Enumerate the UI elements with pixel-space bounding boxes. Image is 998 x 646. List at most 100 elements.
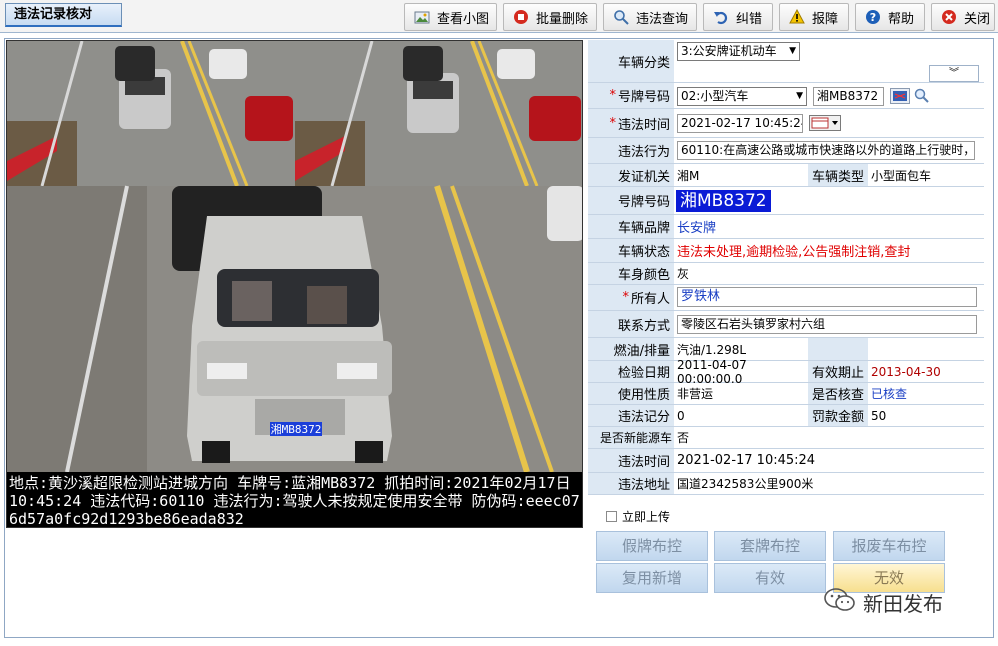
- chevron-down-icon: ▼: [796, 91, 803, 101]
- valid-until-value: 2013-04-30: [871, 364, 941, 379]
- cloned-plate-control-button[interactable]: 套牌布控: [714, 531, 826, 561]
- fine-value: 50: [871, 408, 887, 423]
- help-label: 帮助: [888, 11, 915, 27]
- vehicle-category-label: 车辆分类: [588, 40, 674, 82]
- plate-number-label: 号牌号码: [588, 187, 674, 214]
- violation-address-label: 违法地址: [588, 473, 674, 494]
- image-icon: [413, 8, 431, 26]
- help-button[interactable]: ? 帮助: [855, 3, 925, 31]
- new-energy-label: 是否新能源车: [588, 427, 674, 448]
- vehicle-brand-value: 长安牌: [677, 221, 717, 236]
- inspection-date-value: 2011-04-07 00:00:00.0: [677, 357, 747, 386]
- upload-now-checkbox[interactable]: [606, 511, 617, 522]
- batch-delete-button[interactable]: 批量删除: [503, 3, 597, 31]
- row-violation-time-input: * 违法时间 2021-02-17 10:45:24: [588, 109, 984, 138]
- row-vehicle-brand: 车辆品牌 长安牌: [588, 215, 984, 239]
- delete-icon: [512, 8, 530, 26]
- body-color-value: 灰: [677, 267, 690, 281]
- row-plate-number: 号牌号码 湘MB8372: [588, 187, 984, 215]
- issuing-authority-value: 湘M: [677, 168, 700, 183]
- fake-plate-control-button[interactable]: 假牌布控: [596, 531, 708, 561]
- valid-button[interactable]: 有效: [714, 563, 826, 593]
- row-contact: 联系方式 零陵区石岩头镇罗家村六组: [588, 311, 984, 338]
- road-scene: 湘MB8372: [7, 41, 582, 473]
- vehicle-type-label: 车辆类型: [808, 164, 868, 186]
- plate-type-label: * 号牌号码: [588, 83, 674, 108]
- row-points: 违法记分 0 罚款金额 50: [588, 405, 984, 427]
- undo-icon: [712, 8, 730, 26]
- plate-type-select[interactable]: 02:小型汽车 ▼: [677, 87, 807, 106]
- photo-caption: 地点:黄沙溪超限检测站进城方向 车牌号:蓝湘MB8372 抓拍时间:2021年0…: [7, 472, 582, 527]
- vehicle-status-value: 违法未处理,逾期检验,公告强制注销,查封: [677, 245, 911, 260]
- violation-behavior-input[interactable]: 60110:在高速公路或城市快速路以外的道路上行驶时，驾: [677, 141, 975, 160]
- warning-icon: [788, 8, 806, 26]
- fine-label: 罚款金额: [808, 405, 868, 426]
- vehicle-category-select[interactable]: 3:公安牌证机动车 ▼: [677, 42, 800, 61]
- owner-input[interactable]: 罗铁林: [677, 287, 977, 307]
- upload-now-option[interactable]: 立即上传: [606, 508, 670, 525]
- row-vehicle-status: 车辆状态 违法未处理,逾期检验,公告强制注销,查封: [588, 239, 984, 263]
- contact-input[interactable]: 零陵区石岩头镇罗家村六组: [677, 315, 977, 334]
- row-violation-behavior: 违法行为 60110:在高速公路或城市快速路以外的道路上行驶时，驾: [588, 138, 984, 164]
- svg-text:?: ?: [870, 11, 876, 24]
- points-label: 违法记分: [588, 405, 674, 426]
- row-violation-time: 违法时间 2021-02-17 10:45:24: [588, 449, 984, 473]
- violation-time-value: 2021-02-17 10:45:24: [677, 453, 816, 468]
- wechat-icon: [823, 586, 857, 619]
- plate-number-value: 湘MB8372: [676, 189, 771, 212]
- row-plate-type: * 号牌号码 02:小型汽车 ▼ 湘MB8372: [588, 83, 984, 109]
- vehicle-status-label: 车辆状态: [588, 239, 674, 262]
- search-icon[interactable]: [914, 88, 930, 107]
- correct-error-button[interactable]: 纠错: [703, 3, 773, 31]
- row-violation-address: 违法地址 国道2342583公里900米: [588, 473, 984, 495]
- toolbar: 违法记录核对 查看小图 批量删除 违法查询 纠错 报障 ? 帮助 关闭: [0, 0, 998, 33]
- valid-until-label: 有效期止: [808, 361, 868, 382]
- row-usage: 使用性质 非营运 是否核查 已核查: [588, 383, 984, 405]
- upload-now-label: 立即上传: [622, 510, 671, 524]
- row-owner: * 所有人 罗铁林: [588, 285, 984, 311]
- batch-delete-label: 批量删除: [536, 11, 589, 27]
- verified-value: 已核查: [871, 387, 908, 401]
- inspection-date-label: 检验日期: [588, 361, 674, 382]
- row-body-color: 车身颜色 灰: [588, 263, 984, 285]
- violation-behavior-label: 违法行为: [588, 138, 674, 163]
- reuse-add-button[interactable]: 复用新增: [596, 563, 708, 593]
- vehicle-type-value: 小型面包车: [871, 168, 932, 183]
- owner-label: * 所有人: [588, 285, 674, 310]
- vehicle-brand-label: 车辆品牌: [588, 215, 674, 238]
- tab-violation-check[interactable]: 违法记录核对: [5, 3, 122, 27]
- body-color-label: 车身颜色: [588, 263, 674, 284]
- close-button[interactable]: 关闭: [931, 3, 995, 31]
- violation-photo[interactable]: 湘MB8372 地点:黄沙溪超限检测站进城方向 车牌号:蓝湘MB8372 抓拍时…: [6, 40, 583, 528]
- violation-query-label: 违法查询: [636, 11, 689, 27]
- report-fault-button[interactable]: 报障: [779, 3, 849, 31]
- usage-value: 非营运: [677, 387, 714, 401]
- violation-time-label: 违法时间: [588, 449, 674, 472]
- watermark-text: 新田发布: [863, 592, 943, 616]
- double-chevron-down-icon: ︾: [949, 68, 959, 79]
- contact-label: 联系方式: [588, 311, 674, 337]
- violation-time-input-label: * 违法时间: [588, 109, 674, 137]
- points-value: 0: [677, 408, 685, 423]
- close-icon: [940, 8, 958, 26]
- expand-button[interactable]: ︾: [929, 65, 979, 82]
- view-thumbnail-button[interactable]: 查看小图: [404, 3, 497, 31]
- search-icon: [612, 8, 630, 26]
- new-energy-value: 否: [677, 431, 690, 445]
- violation-query-button[interactable]: 违法查询: [603, 3, 697, 31]
- row-vehicle-category: 车辆分类 3:公安牌证机动车 ▼ ︾: [588, 40, 984, 83]
- row-inspection: 检验日期 2011-04-07 00:00:00.0 有效期止 2013-04-…: [588, 357, 984, 386]
- watermark: 新田发布: [823, 586, 943, 619]
- close-label: 关闭: [964, 11, 991, 27]
- violation-address-value: 国道2342583公里900米: [677, 477, 814, 491]
- row-new-energy: 是否新能源车 否: [588, 427, 984, 449]
- calendar-icon[interactable]: [809, 115, 841, 134]
- violation-time-input[interactable]: 2021-02-17 10:45:24: [677, 114, 803, 133]
- scrapped-vehicle-control-button[interactable]: 报废车布控: [833, 531, 945, 561]
- row-issuing-authority: 发证机关 湘M 车辆类型 小型面包车: [588, 164, 984, 187]
- help-icon: ?: [864, 8, 882, 26]
- plate-number-input[interactable]: 湘MB8372: [813, 87, 884, 106]
- usage-label: 使用性质: [588, 383, 674, 404]
- fuel-label: 燃油/排量: [588, 338, 674, 360]
- plate-keyboard-icon[interactable]: [890, 88, 910, 107]
